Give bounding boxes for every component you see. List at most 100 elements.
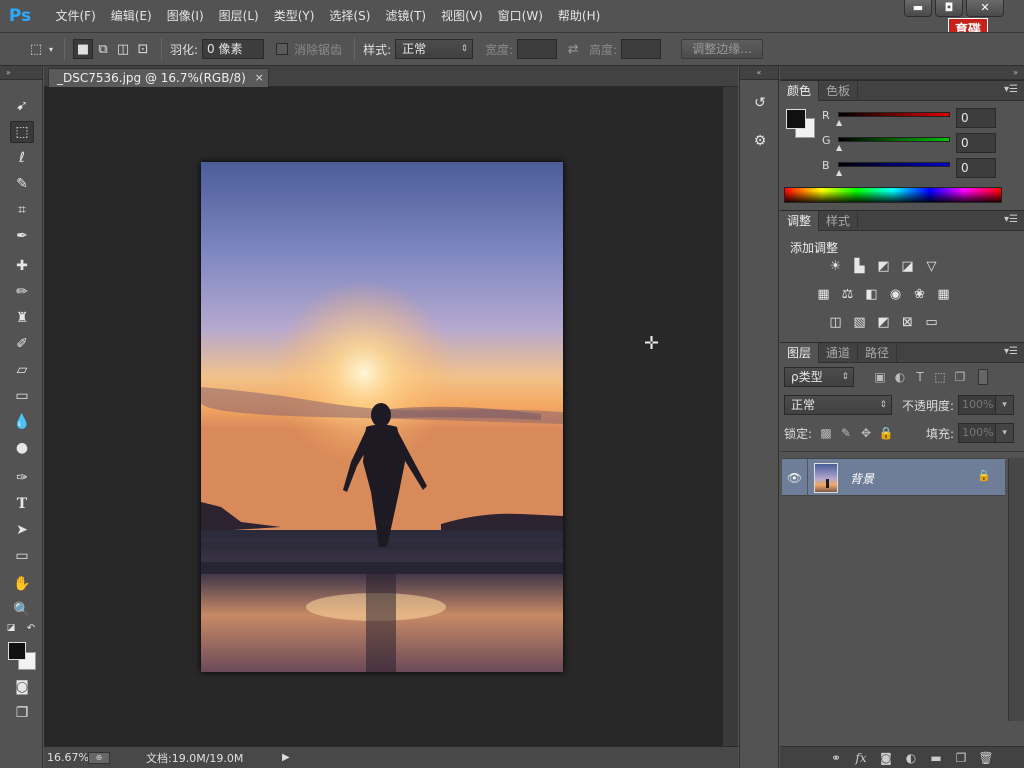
opacity-dropdown-icon[interactable]: ▾ bbox=[996, 395, 1015, 415]
selective-color-icon[interactable]: ⊠ bbox=[898, 313, 917, 332]
filter-pixel-icon[interactable]: ▣ bbox=[870, 368, 890, 386]
screen-mode-icon[interactable]: ❐ bbox=[10, 702, 34, 724]
add-mask-icon[interactable]: ◙ bbox=[878, 751, 894, 765]
history-panel-icon[interactable]: ↺ bbox=[748, 92, 772, 114]
color-spectrum[interactable] bbox=[784, 187, 1002, 203]
zoom-tool-icon[interactable]: 🔍 bbox=[10, 599, 34, 621]
feather-input[interactable]: 0 像素 bbox=[202, 39, 265, 59]
vibrance-icon[interactable]: ▽ bbox=[922, 257, 941, 276]
collapse-panels-icon[interactable]: » bbox=[780, 66, 1024, 80]
rectangle-tool-icon[interactable]: ▭ bbox=[10, 545, 34, 567]
visibility-eye-icon[interactable]: 👁 bbox=[782, 459, 808, 497]
blue-slider[interactable] bbox=[838, 162, 950, 167]
add-selection-icon[interactable]: ⧉ bbox=[93, 39, 113, 59]
delete-layer-icon[interactable]: 🗑 bbox=[978, 751, 994, 765]
properties-panel-icon[interactable]: ⚙ bbox=[748, 130, 772, 152]
sunset-photo[interactable] bbox=[201, 162, 563, 672]
layer-thumbnail[interactable] bbox=[814, 463, 838, 493]
gradient-tool-icon[interactable]: ▭ bbox=[10, 385, 34, 407]
new-adjustment-layer-icon[interactable]: ◐ bbox=[903, 751, 919, 765]
new-selection-icon[interactable]: ■ bbox=[73, 39, 93, 59]
hue-saturation-icon[interactable]: ▦ bbox=[814, 285, 833, 304]
color-balance-icon[interactable]: ⚖ bbox=[838, 285, 857, 304]
style-select[interactable]: 正常 ⇕ bbox=[395, 39, 474, 59]
layer-name[interactable]: 背景 bbox=[850, 470, 874, 487]
lasso-tool-icon[interactable]: ℓ bbox=[10, 147, 34, 169]
green-value-input[interactable]: 0 bbox=[956, 133, 996, 153]
collapse-icon[interactable]: » bbox=[0, 66, 42, 80]
layers-scrollbar[interactable] bbox=[1008, 458, 1024, 721]
status-menu-arrow-icon[interactable]: ▶ bbox=[282, 752, 290, 763]
zoom-level[interactable]: 16.67% bbox=[44, 751, 89, 764]
canvas-area[interactable]: ✛ bbox=[44, 87, 722, 746]
blur-tool-icon[interactable]: 💧 bbox=[10, 411, 34, 433]
slider-knob-icon[interactable]: ▲ bbox=[836, 143, 842, 152]
slider-knob-icon[interactable]: ▲ bbox=[836, 118, 842, 127]
gradient-map-icon[interactable]: ▭ bbox=[922, 313, 941, 332]
menu-edit[interactable]: 编辑(E) bbox=[103, 0, 159, 32]
tab-channels[interactable]: 通道 bbox=[819, 343, 859, 363]
brush-tool-icon[interactable]: ✏ bbox=[10, 281, 34, 303]
dodge-tool-icon[interactable]: ● bbox=[10, 437, 34, 459]
brightness-icon[interactable]: ☀ bbox=[826, 257, 845, 276]
menu-filter[interactable]: 滤镜(T) bbox=[378, 0, 434, 32]
curves-icon[interactable]: ◩ bbox=[874, 257, 893, 276]
blend-mode-select[interactable]: 正常 ⇕ bbox=[784, 395, 892, 415]
vertical-scrollbar[interactable] bbox=[722, 87, 738, 746]
swap-icon[interactable]: ⇄ bbox=[563, 39, 583, 59]
lock-all-icon[interactable]: 🔒 bbox=[876, 424, 896, 442]
restore-button[interactable]: ◘ bbox=[935, 0, 963, 17]
pen-tool-icon[interactable]: ✑ bbox=[10, 467, 34, 489]
eyedropper-tool-icon[interactable]: ✒ bbox=[10, 225, 34, 247]
panel-menu-icon[interactable]: ▾☰ bbox=[1004, 346, 1018, 357]
rect-marquee-tool-icon[interactable]: ⬚ bbox=[10, 121, 34, 143]
posterize-icon[interactable]: ▧ bbox=[850, 313, 869, 332]
fill-input[interactable]: 100% bbox=[958, 423, 997, 443]
crop-tool-icon[interactable]: ⌗ bbox=[10, 199, 34, 221]
link-layers-icon[interactable]: ⚭ bbox=[828, 751, 844, 765]
quick-mask-icon[interactable]: ◙ bbox=[10, 676, 34, 698]
menu-image[interactable]: 图像(I) bbox=[159, 0, 211, 32]
threshold-icon[interactable]: ◩ bbox=[874, 313, 893, 332]
fill-dropdown-icon[interactable]: ▾ bbox=[996, 423, 1015, 443]
menu-view[interactable]: 视图(V) bbox=[434, 0, 491, 32]
filter-toggle[interactable] bbox=[978, 369, 988, 385]
black-white-icon[interactable]: ◧ bbox=[862, 285, 881, 304]
exposure-icon[interactable]: ◪ bbox=[898, 257, 917, 276]
path-select-tool-icon[interactable]: ➤ bbox=[10, 519, 34, 541]
red-value-input[interactable]: 0 bbox=[956, 108, 996, 128]
default-colors-icon[interactable]: ◪ bbox=[4, 621, 18, 635]
eraser-tool-icon[interactable]: ▱ bbox=[10, 359, 34, 381]
filter-shape-icon[interactable]: ⬚ bbox=[930, 368, 950, 386]
type-tool-icon[interactable]: T bbox=[10, 493, 34, 515]
close-button[interactable]: ✕ bbox=[966, 0, 1004, 17]
subtract-selection-icon[interactable]: ◫ bbox=[113, 39, 133, 59]
layer-row-background[interactable]: 👁 背景 🔒 bbox=[782, 458, 1005, 497]
foreground-color-swatch[interactable] bbox=[8, 642, 26, 660]
menu-help[interactable]: 帮助(H) bbox=[550, 0, 607, 32]
healing-brush-tool-icon[interactable]: ✚ bbox=[10, 255, 34, 277]
new-group-icon[interactable]: ▬ bbox=[928, 751, 944, 765]
tab-paths[interactable]: 路径 bbox=[858, 343, 898, 363]
slider-knob-icon[interactable]: ▲ bbox=[836, 168, 842, 177]
tab-color[interactable]: 颜色 bbox=[780, 81, 820, 101]
tab-styles[interactable]: 样式 bbox=[819, 211, 859, 231]
history-brush-tool-icon[interactable]: ✐ bbox=[10, 333, 34, 355]
status-info-icon[interactable]: ⊕ bbox=[88, 751, 110, 764]
blue-value-input[interactable]: 0 bbox=[956, 158, 996, 178]
height-input[interactable] bbox=[621, 39, 662, 59]
color-foreground-swatch[interactable] bbox=[786, 109, 806, 129]
tab-swatches[interactable]: 色板 bbox=[819, 81, 859, 101]
quick-select-tool-icon[interactable]: ✎ bbox=[10, 173, 34, 195]
marquee-preset-icon[interactable]: ⬚ bbox=[26, 39, 46, 59]
preset-dropdown-icon[interactable]: ▾ bbox=[46, 39, 56, 59]
photo-filter-icon[interactable]: ◉ bbox=[886, 285, 905, 304]
layer-style-icon[interactable]: fx bbox=[853, 751, 869, 765]
menu-select[interactable]: 选择(S) bbox=[322, 0, 378, 32]
opacity-input[interactable]: 100% bbox=[958, 395, 997, 415]
close-tab-icon[interactable]: × bbox=[255, 69, 264, 87]
color-lookup-icon[interactable]: ▦ bbox=[934, 285, 953, 304]
filter-type-icon[interactable]: T bbox=[910, 368, 930, 386]
swap-colors-icon[interactable]: ↶ bbox=[24, 621, 38, 635]
tab-layers[interactable]: 图层 bbox=[780, 343, 820, 363]
